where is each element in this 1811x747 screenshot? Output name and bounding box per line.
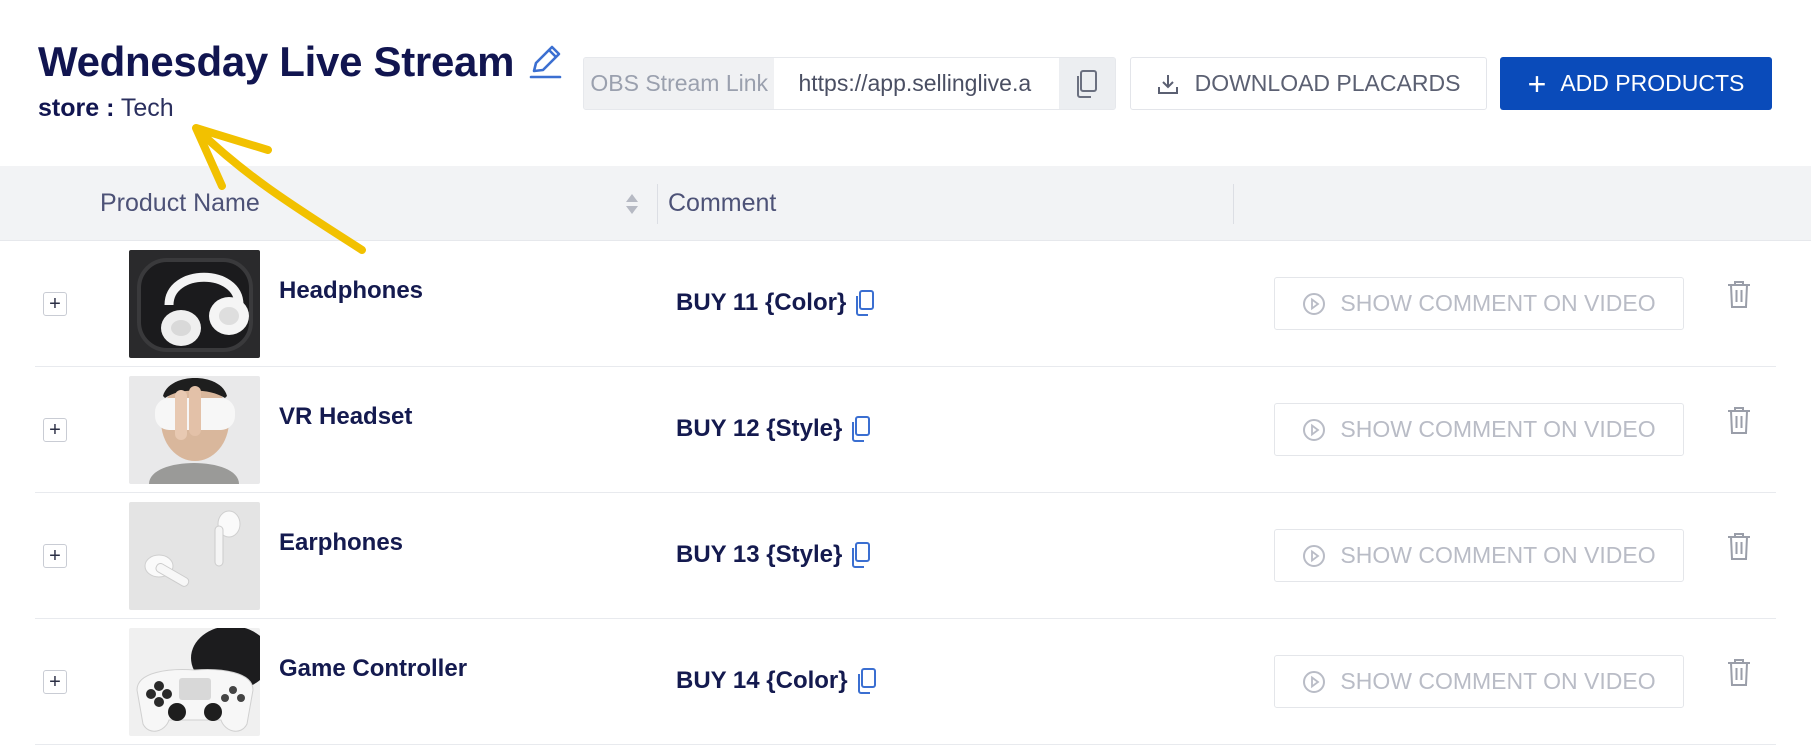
column-divider bbox=[1233, 184, 1234, 224]
table-header: Product Name Comment bbox=[0, 166, 1811, 241]
title-wrap: Wednesday Live Stream bbox=[38, 38, 566, 86]
product-thumbnail-earphones bbox=[129, 502, 260, 610]
obs-stream-link-group: OBS Stream Link bbox=[583, 57, 1116, 110]
show-comment-on-video-button[interactable]: SHOW COMMENT ON VIDEO bbox=[1274, 277, 1684, 330]
store-line: store : Tech bbox=[38, 94, 174, 123]
trash-icon[interactable] bbox=[1726, 657, 1752, 687]
play-circle-icon bbox=[1303, 292, 1326, 315]
product-thumbnail-headphones bbox=[129, 250, 260, 358]
comment-code: BUY 14 {Color} bbox=[676, 667, 878, 695]
table-row: + Headphones BUY 11 {Color} SHOW COMMENT… bbox=[35, 241, 1776, 367]
obs-stream-link-input[interactable] bbox=[774, 58, 1060, 109]
copy-icon[interactable] bbox=[854, 289, 876, 317]
copy-icon[interactable] bbox=[850, 541, 872, 569]
download-icon bbox=[1157, 74, 1178, 94]
store-value: Tech bbox=[120, 94, 174, 122]
product-name: VR Headset bbox=[279, 403, 413, 430]
expand-row-button[interactable]: + bbox=[43, 418, 67, 442]
product-thumbnail-game-controller bbox=[129, 628, 260, 736]
show-comment-on-video-button[interactable]: SHOW COMMENT ON VIDEO bbox=[1274, 529, 1684, 582]
play-circle-icon bbox=[1303, 670, 1326, 693]
product-name: Earphones bbox=[279, 529, 404, 556]
table-row: + VR Headset BUY 12 {Style} SHOW COMMENT… bbox=[35, 367, 1776, 493]
column-divider bbox=[657, 184, 658, 224]
comment-text: BUY 11 {Color} bbox=[676, 289, 847, 316]
column-product-name[interactable]: Product Name bbox=[100, 166, 260, 241]
play-circle-icon bbox=[1303, 544, 1326, 567]
copy-icon[interactable] bbox=[850, 415, 872, 443]
comment-code: BUY 11 {Color} bbox=[676, 289, 876, 317]
table-row: + Earphones BUY 13 {Style} SHOW COMMENT … bbox=[35, 493, 1776, 619]
comment-text: BUY 13 {Style} bbox=[676, 541, 843, 568]
comment-text: BUY 12 {Style} bbox=[676, 415, 843, 442]
column-comment: Comment bbox=[668, 189, 777, 217]
expand-row-button[interactable]: + bbox=[43, 544, 67, 568]
obs-stream-link-label: OBS Stream Link bbox=[584, 58, 775, 109]
product-name: Headphones bbox=[279, 277, 424, 304]
trash-icon[interactable] bbox=[1726, 405, 1752, 435]
show-comment-label: SHOW COMMENT ON VIDEO bbox=[1340, 668, 1656, 694]
add-products-button[interactable]: + ADD PRODUCTS bbox=[1500, 57, 1772, 110]
store-label: store : bbox=[38, 94, 115, 122]
edit-icon[interactable] bbox=[526, 42, 566, 82]
show-comment-on-video-button[interactable]: SHOW COMMENT ON VIDEO bbox=[1274, 655, 1684, 708]
product-thumbnail-vr-headset bbox=[129, 376, 260, 484]
trash-icon[interactable] bbox=[1726, 279, 1752, 309]
show-comment-label: SHOW COMMENT ON VIDEO bbox=[1340, 416, 1656, 442]
plus-icon: + bbox=[1527, 65, 1547, 102]
download-placards-button[interactable]: DOWNLOAD PLACARDS bbox=[1130, 57, 1487, 110]
copy-icon[interactable] bbox=[1059, 58, 1115, 109]
page-header: Wednesday Live Stream store : Tech OBS S… bbox=[0, 0, 1811, 166]
trash-icon[interactable] bbox=[1726, 531, 1752, 561]
expand-row-button[interactable]: + bbox=[43, 670, 67, 694]
comment-text: BUY 14 {Color} bbox=[676, 667, 848, 694]
expand-row-button[interactable]: + bbox=[43, 292, 67, 316]
sort-icon[interactable] bbox=[624, 192, 640, 216]
product-name: Game Controller bbox=[279, 655, 468, 682]
download-placards-label: DOWNLOAD PLACARDS bbox=[1194, 70, 1461, 96]
copy-icon[interactable] bbox=[856, 667, 878, 695]
play-circle-icon bbox=[1303, 418, 1326, 441]
show-comment-label: SHOW COMMENT ON VIDEO bbox=[1340, 542, 1656, 568]
table-row: + Game Controller BUY 14 {Color} SHOW CO… bbox=[35, 619, 1776, 745]
comment-code: BUY 12 {Style} bbox=[676, 415, 872, 443]
show-comment-on-video-button[interactable]: SHOW COMMENT ON VIDEO bbox=[1274, 403, 1684, 456]
page-title: Wednesday Live Stream bbox=[38, 38, 515, 85]
comment-code: BUY 13 {Style} bbox=[676, 541, 872, 569]
show-comment-label: SHOW COMMENT ON VIDEO bbox=[1340, 290, 1656, 316]
add-products-label: ADD PRODUCTS bbox=[1560, 70, 1745, 96]
